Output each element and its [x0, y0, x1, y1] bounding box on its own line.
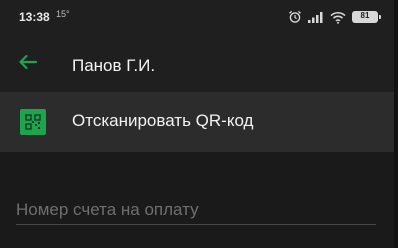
back-button[interactable] — [14, 50, 42, 78]
battery-level: 81 — [360, 11, 370, 20]
page-title: Панов Г.И. — [72, 56, 156, 75]
status-time: 13:38 — [19, 10, 50, 24]
alarm-icon — [288, 10, 302, 24]
signal-icon — [308, 11, 324, 23]
payment-form — [0, 152, 394, 248]
qr-code-icon — [20, 109, 46, 135]
app-bar: Панов Г.И. — [0, 36, 394, 92]
scan-qr-label: Отсканировать QR-код — [72, 111, 254, 130]
status-temperature: 15° — [56, 9, 70, 19]
status-icons: 81 — [288, 9, 381, 25]
app-screen: 13:38 15° 81 Панов Г.И. Отсканировать QR… — [0, 0, 398, 248]
status-bar: 13:38 15° 81 — [0, 0, 394, 36]
battery-icon: 81 — [352, 11, 381, 23]
arrow-left-icon — [18, 54, 38, 75]
account-number-field[interactable] — [16, 195, 376, 225]
scan-qr-button[interactable]: Отсканировать QR-код — [0, 92, 394, 152]
wifi-icon — [330, 11, 346, 24]
